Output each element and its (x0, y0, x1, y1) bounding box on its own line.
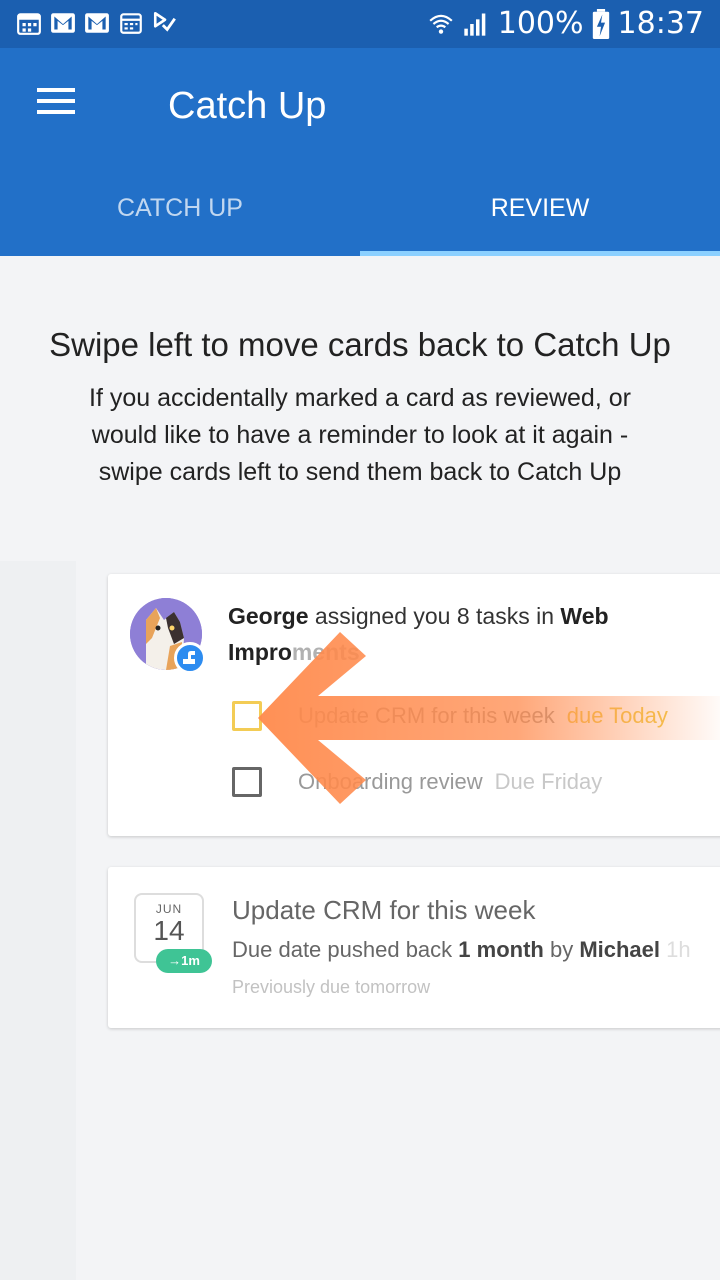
calendar-icon (17, 13, 41, 35)
onboarding-headline: Swipe left to move cards back to Catch U… (49, 326, 671, 363)
task-name: Update CRM for this week (298, 703, 555, 728)
task-due: Due Friday (494, 769, 603, 794)
app-bar: Catch Up CATCH UP REVIEW (0, 48, 720, 256)
page-title: Catch Up (168, 85, 327, 127)
app-badge-icon (174, 642, 206, 674)
hamburger-menu-icon (37, 88, 75, 114)
card-title: Update CRM for this week (232, 895, 536, 925)
battery-percent: 100% (497, 6, 584, 41)
gmail-icon (51, 13, 75, 33)
onboarding-subtext: If you accidentally marked a card as rev… (89, 384, 631, 486)
task-due: due Today (566, 703, 668, 728)
tab-bar: CATCH UP REVIEW (0, 168, 720, 256)
review-content: Swipe left to move cards back to Catch U… (0, 256, 720, 1280)
task-row[interactable]: Update CRM for this week due Today (232, 696, 668, 736)
task-row[interactable]: Onboarding review Due Friday (232, 762, 602, 802)
clock: 18:37 (617, 6, 704, 41)
previous-due-text: Previously due tomorrow (232, 977, 431, 997)
swipe-background (0, 561, 76, 1280)
signal-icon (464, 13, 486, 36)
tab-review[interactable]: REVIEW (360, 168, 720, 256)
task-checkbox[interactable] (232, 701, 262, 731)
assignment-text: assigned you 8 tasks in (308, 603, 561, 629)
tab-catch-up[interactable]: CATCH UP (0, 168, 360, 256)
postponed-badge: →1m (156, 949, 212, 973)
assignment-card[interactable]: George assigned you 8 tasks in Web Impro… (108, 574, 720, 836)
actor-name: George (228, 603, 309, 629)
task-name: Onboarding review (298, 769, 483, 794)
due-change-text: Due date pushed back 1 month by Michael … (232, 937, 691, 962)
due-date-card[interactable]: JUN 14 →1m Update CRM for this week Due … (108, 867, 720, 1028)
gmail-icon (85, 13, 109, 33)
notification-icons (16, 10, 178, 36)
assignment-summary: George assigned you 8 tasks in Web Impro… (228, 598, 678, 670)
battery-charging-icon (592, 9, 609, 39)
menu-button[interactable] (22, 82, 90, 130)
system-status: 100% 18:37 (428, 6, 704, 42)
status-bar: 100% 18:37 (0, 0, 720, 48)
wifi-icon (429, 14, 453, 34)
calendar-day: 14 (153, 915, 185, 946)
task-checkbox[interactable] (232, 767, 262, 797)
calendar-grid-icon (120, 13, 142, 34)
calendar-month: JUN (155, 902, 183, 916)
checkmark-app-icon (153, 11, 176, 32)
